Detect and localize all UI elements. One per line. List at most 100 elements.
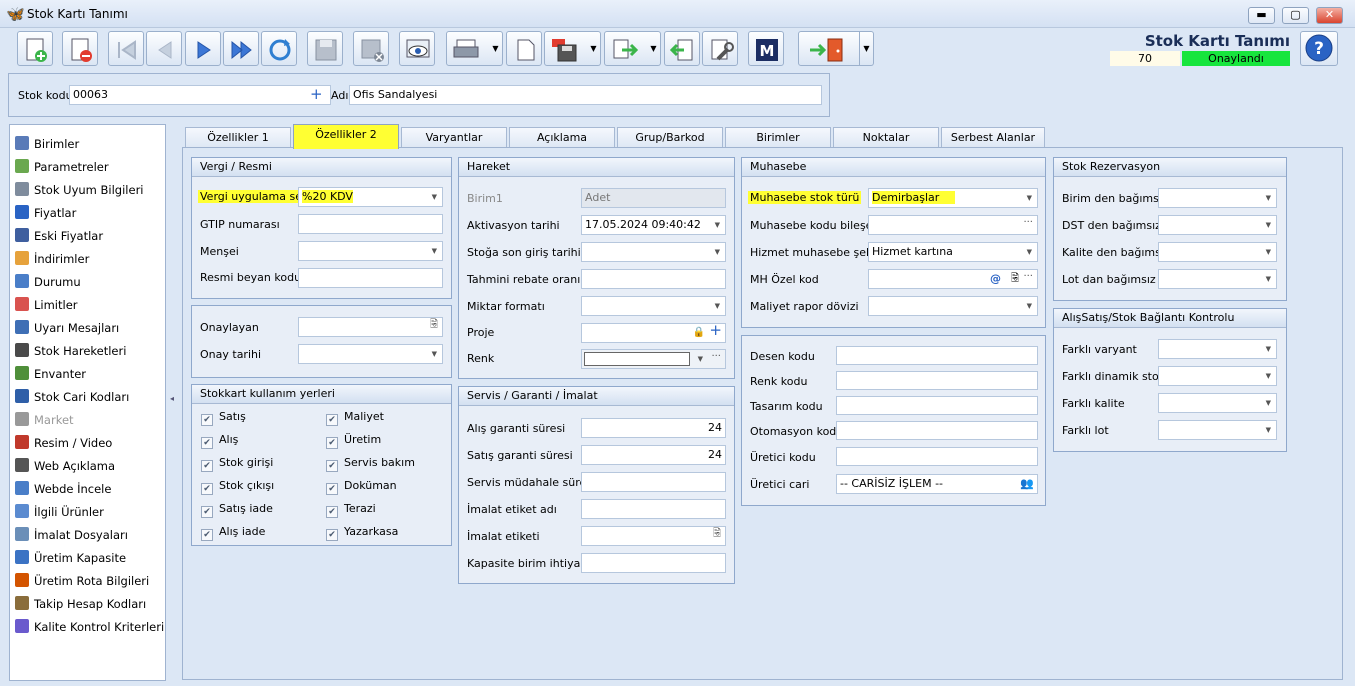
sidebar-item[interactable]: Resim / Video [15, 433, 163, 453]
sidebar-item[interactable]: Eski Fiyatlar [15, 226, 163, 246]
rebate-input[interactable] [581, 269, 726, 289]
sidebar-item[interactable]: Market [15, 410, 163, 430]
pdf-save-button[interactable] [544, 31, 588, 66]
sidebar-item[interactable]: Stok Hareketleri [15, 341, 163, 361]
copy-button[interactable] [506, 31, 542, 66]
mudahale-input[interactable] [581, 472, 726, 492]
stock-code-input[interactable]: 00063 [69, 85, 331, 105]
tasarim-input[interactable] [836, 396, 1038, 415]
transfer-dropdown[interactable]: ▼ [647, 31, 661, 66]
collapse-arrow-icon[interactable]: ◂ [170, 394, 174, 403]
desen-input[interactable] [836, 346, 1038, 365]
chevron-down-icon[interactable]: ▼ [1266, 394, 1271, 412]
previous-record-button[interactable] [146, 31, 182, 66]
usage-checkbox[interactable]: ✔ Maliyet [326, 410, 384, 426]
baglanti-select[interactable]: ▼ [1158, 339, 1277, 359]
aktivasyon-select[interactable]: 17.05.2024 09:40:42 ▼ [581, 215, 726, 235]
close-button[interactable]: ✕ [1316, 7, 1343, 24]
usage-checkbox[interactable]: ✔ Yazarkasa [326, 525, 398, 541]
pdf-dropdown[interactable]: ▼ [587, 31, 601, 66]
chevron-down-icon[interactable]: ▼ [1266, 270, 1271, 288]
baglanti-select[interactable]: ▼ [1158, 393, 1277, 413]
usage-checkbox[interactable]: ✔ Stok çıkışı [201, 479, 274, 495]
renk-select[interactable]: ▼ ··· [581, 349, 726, 369]
sidebar-item[interactable]: İmalat Dosyaları [15, 525, 163, 545]
user-check-icon[interactable]: 🗟 [713, 527, 721, 543]
kapasite-input[interactable] [581, 553, 726, 573]
maliyet-select[interactable]: ▼ [868, 296, 1038, 316]
uretici-kodu-input[interactable] [836, 447, 1038, 466]
checkmark-icon[interactable]: ✔ [326, 483, 338, 495]
chevron-down-icon[interactable]: ▼ [1266, 367, 1271, 385]
tab[interactable]: Birimler [725, 127, 831, 148]
usage-checkbox[interactable]: ✔ Satış [201, 410, 246, 426]
rezervasyon-select[interactable]: ▼ [1158, 269, 1277, 289]
sidebar-item[interactable]: Üretim Kapasite [15, 548, 163, 568]
new-record-button[interactable] [17, 31, 53, 66]
print-button[interactable] [446, 31, 490, 66]
refresh-button[interactable] [261, 31, 297, 66]
user-check-icon[interactable]: 🗟 [430, 318, 438, 334]
son-giris-select[interactable]: ▼ [581, 242, 726, 262]
preview-button[interactable] [399, 31, 435, 66]
checkmark-icon[interactable]: ✔ [326, 437, 338, 449]
sidebar-item[interactable]: Üretim Rota Bilgileri [15, 571, 163, 591]
name-input[interactable]: Ofis Sandalyesi [349, 85, 822, 105]
chevron-down-icon[interactable]: ▼ [1266, 340, 1271, 358]
proje-input[interactable]: 🔒 + [581, 323, 726, 343]
back-button[interactable] [664, 31, 700, 66]
save-cancel-button[interactable] [353, 31, 389, 66]
print-dropdown[interactable]: ▼ [489, 31, 503, 66]
checkmark-icon[interactable]: ✔ [201, 506, 213, 518]
renk-kodu-input[interactable] [836, 371, 1038, 390]
next-record-button[interactable] [185, 31, 221, 66]
lookup-icon[interactable]: 🗟 [1011, 270, 1019, 288]
delete-record-button[interactable] [62, 31, 98, 66]
beyan-input[interactable] [298, 268, 443, 288]
alis-garanti-input[interactable]: 24 [581, 418, 726, 438]
checkmark-icon[interactable]: ✔ [201, 437, 213, 449]
vergi-uygulama-select[interactable]: %20 KDV ▼ [298, 187, 443, 207]
chevron-down-icon[interactable]: ▼ [1266, 243, 1271, 261]
sidebar-item[interactable]: Fiyatlar [15, 203, 163, 223]
tab[interactable]: Serbest Alanlar [941, 127, 1045, 148]
sidebar-item[interactable]: Limitler [15, 295, 163, 315]
save-button[interactable] [307, 31, 343, 66]
miktar-select[interactable]: ▼ [581, 296, 726, 316]
checkmark-icon[interactable]: ✔ [201, 529, 213, 541]
hizmet-select[interactable]: Hizmet kartına ▼ [868, 242, 1038, 262]
checkmark-icon[interactable]: ✔ [201, 483, 213, 495]
tab[interactable]: Açıklama [509, 127, 615, 148]
tab[interactable]: Grup/Barkod [617, 127, 723, 148]
otomasyon-input[interactable] [836, 421, 1038, 440]
sidebar-splitter[interactable]: ◂ [168, 124, 180, 681]
sidebar-item[interactable]: Stok Uyum Bilgileri [15, 180, 163, 200]
chevron-down-icon[interactable]: ▼ [1266, 421, 1271, 439]
checkmark-icon[interactable]: ✔ [326, 506, 338, 518]
sidebar-item[interactable]: İndirimler [15, 249, 163, 269]
users-icon[interactable]: 👥 [1020, 475, 1034, 493]
usage-checkbox[interactable]: ✔ Doküman [326, 479, 397, 495]
chevron-down-icon[interactable]: ▼ [1266, 216, 1271, 234]
checkmark-icon[interactable]: ✔ [326, 414, 338, 426]
mh-ozel-input[interactable]: @ 🗟 ··· [868, 269, 1038, 289]
sidebar-item[interactable]: Web Açıklama [15, 456, 163, 476]
lock-icon[interactable]: 🔒 [693, 324, 705, 342]
last-record-button[interactable] [223, 31, 259, 66]
gtip-input[interactable] [298, 214, 443, 234]
add-icon[interactable]: + [709, 324, 722, 339]
chevron-down-icon[interactable]: ▼ [1266, 189, 1271, 207]
ellipsis-icon[interactable]: ··· [1023, 270, 1033, 286]
usage-checkbox[interactable]: ✔ Alış iade [201, 525, 265, 541]
etiket-adi-input[interactable] [581, 499, 726, 519]
tab[interactable]: Özellikler 1 [185, 127, 291, 148]
ellipsis-icon[interactable]: ··· [1023, 216, 1033, 232]
sidebar-item[interactable]: Parametreler [15, 157, 163, 177]
chevron-down-icon[interactable]: ▼ [698, 350, 703, 368]
baglanti-select[interactable]: ▼ [1158, 420, 1277, 440]
transfer-button[interactable] [604, 31, 648, 66]
checkmark-icon[interactable]: ✔ [201, 414, 213, 426]
usage-checkbox[interactable]: ✔ Servis bakım [326, 456, 415, 472]
usage-checkbox[interactable]: ✔ Alış [201, 433, 238, 449]
minimize-button[interactable]: ▬ [1248, 7, 1275, 24]
